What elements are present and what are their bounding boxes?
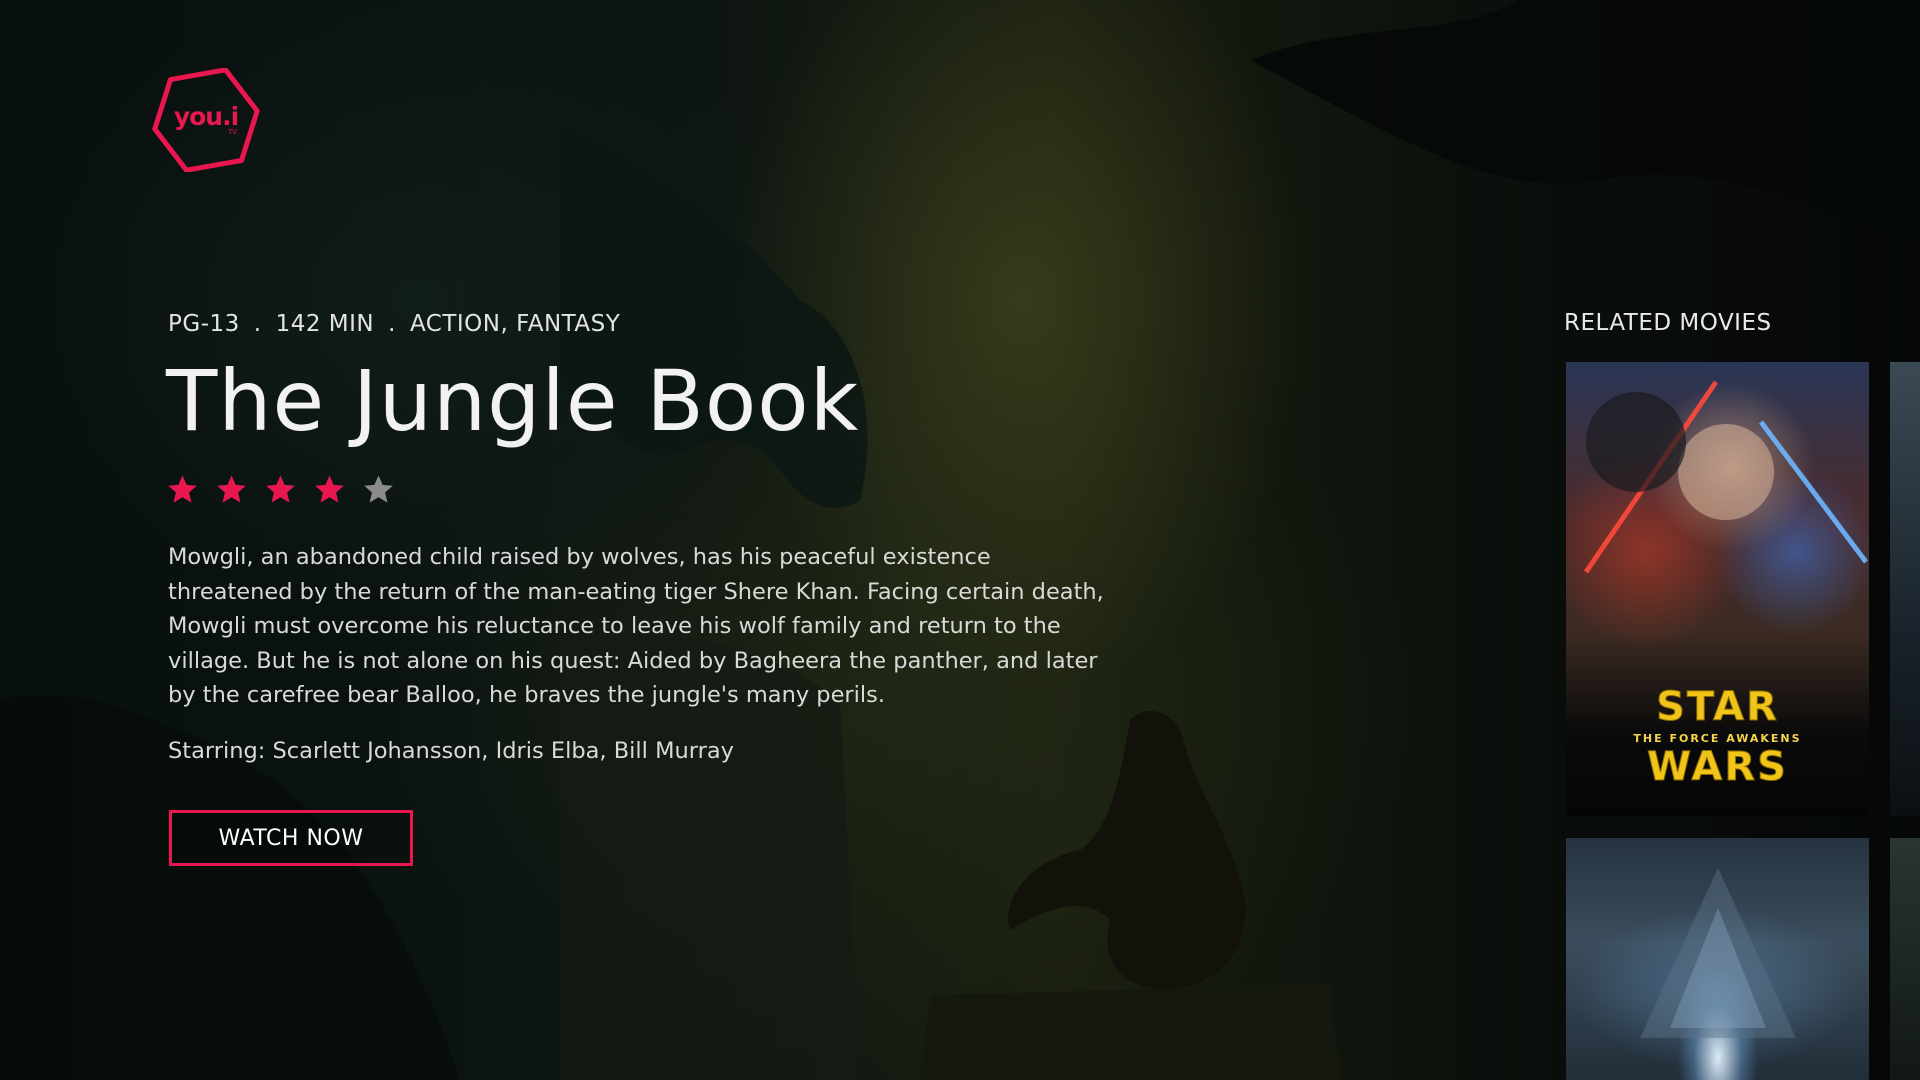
watch-now-button[interactable]: WATCH NOW xyxy=(169,810,413,866)
star-filled-icon xyxy=(168,475,197,503)
genres: ACTION, FANTASY xyxy=(409,311,621,337)
movie-title: The Jungle Book xyxy=(166,352,860,450)
brand-logo[interactable]: you.i TV xyxy=(150,68,262,172)
meta-separator: . xyxy=(253,311,262,337)
star-empty-icon xyxy=(364,475,393,503)
related-poster-partial-2[interactable] xyxy=(1890,838,1920,1080)
content-rating: PG-13 xyxy=(168,311,240,337)
stone-ledge xyxy=(920,985,1340,1080)
star-wars-logo-line1: STAR xyxy=(1656,684,1779,731)
related-movies-heading: RELATED MOVIES xyxy=(1564,310,1772,336)
movie-synopsis: Mowgli, an abandoned child raised by wol… xyxy=(168,544,1104,708)
spaceship-art xyxy=(1640,868,1796,1038)
logo-subtext: TV xyxy=(228,128,238,136)
star-filled-icon xyxy=(217,475,246,503)
star-filled-icon xyxy=(266,475,295,503)
meta-separator: . xyxy=(388,311,396,337)
movie-meta-row: PG-13. 142 MIN. ACTION, FANTASY xyxy=(168,311,620,337)
logo-wordmark: you.i xyxy=(173,102,239,131)
boy-silhouette xyxy=(1008,710,1246,990)
star-wars-logo-line2: WARS xyxy=(1647,744,1788,791)
related-poster-star-wars[interactable]: STAR THE FORCE AWAKENS WARS xyxy=(1566,362,1869,816)
runtime: 142 MIN xyxy=(275,311,375,337)
starring-cast: Starring: Scarlett Johansson, Idris Elba… xyxy=(168,738,734,764)
star-filled-icon xyxy=(315,475,344,503)
related-poster-independence-day[interactable] xyxy=(1566,838,1869,1080)
related-poster-partial-1[interactable] xyxy=(1890,362,1920,816)
foliage-right xyxy=(1250,0,1920,240)
star-rating xyxy=(166,473,395,506)
movie-detail-screen: you.i TV PG-13. 142 MIN. ACTION, FANTASY T… xyxy=(0,0,1920,1080)
